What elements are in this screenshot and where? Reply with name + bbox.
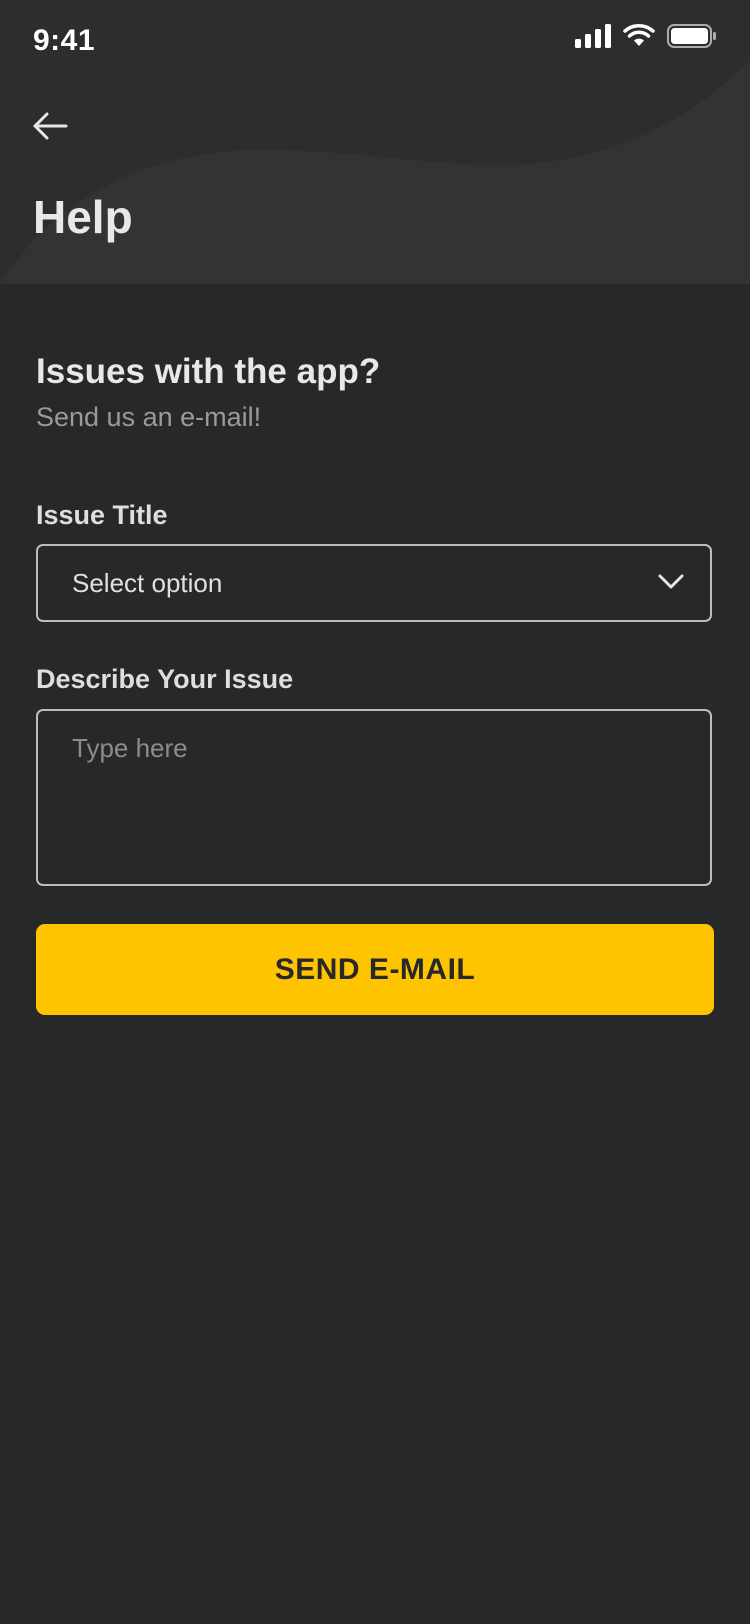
description-label: Describe Your Issue: [36, 664, 294, 694]
arrow-left-icon: [33, 112, 68, 140]
description-placeholder: Type here: [72, 733, 188, 763]
send-email-label: SEND E-MAIL: [274, 952, 476, 986]
section-heading: Issues with the app?: [36, 352, 381, 391]
issue-title-select[interactable]: Select option: [36, 544, 712, 622]
description-textarea[interactable]: Type here: [36, 709, 712, 886]
send-email-button[interactable]: SEND E-MAIL: [36, 924, 714, 1015]
section-subheading: Send us an e-mail!: [36, 402, 262, 432]
chevron-down-icon: [658, 574, 684, 589]
battery-icon: [667, 24, 716, 48]
issue-title-label: Issue Title: [36, 500, 168, 530]
issue-title-selected-value: Select option: [72, 568, 223, 598]
wifi-icon: [623, 24, 655, 46]
status-icons: [575, 24, 717, 48]
status-time: 9:41: [33, 24, 96, 57]
header: 9:41 Help: [0, 0, 750, 284]
back-button[interactable]: [24, 100, 76, 152]
signal-icon: [575, 24, 611, 48]
status-bar: 9:41: [0, 0, 750, 84]
page-title: Help: [33, 191, 133, 243]
